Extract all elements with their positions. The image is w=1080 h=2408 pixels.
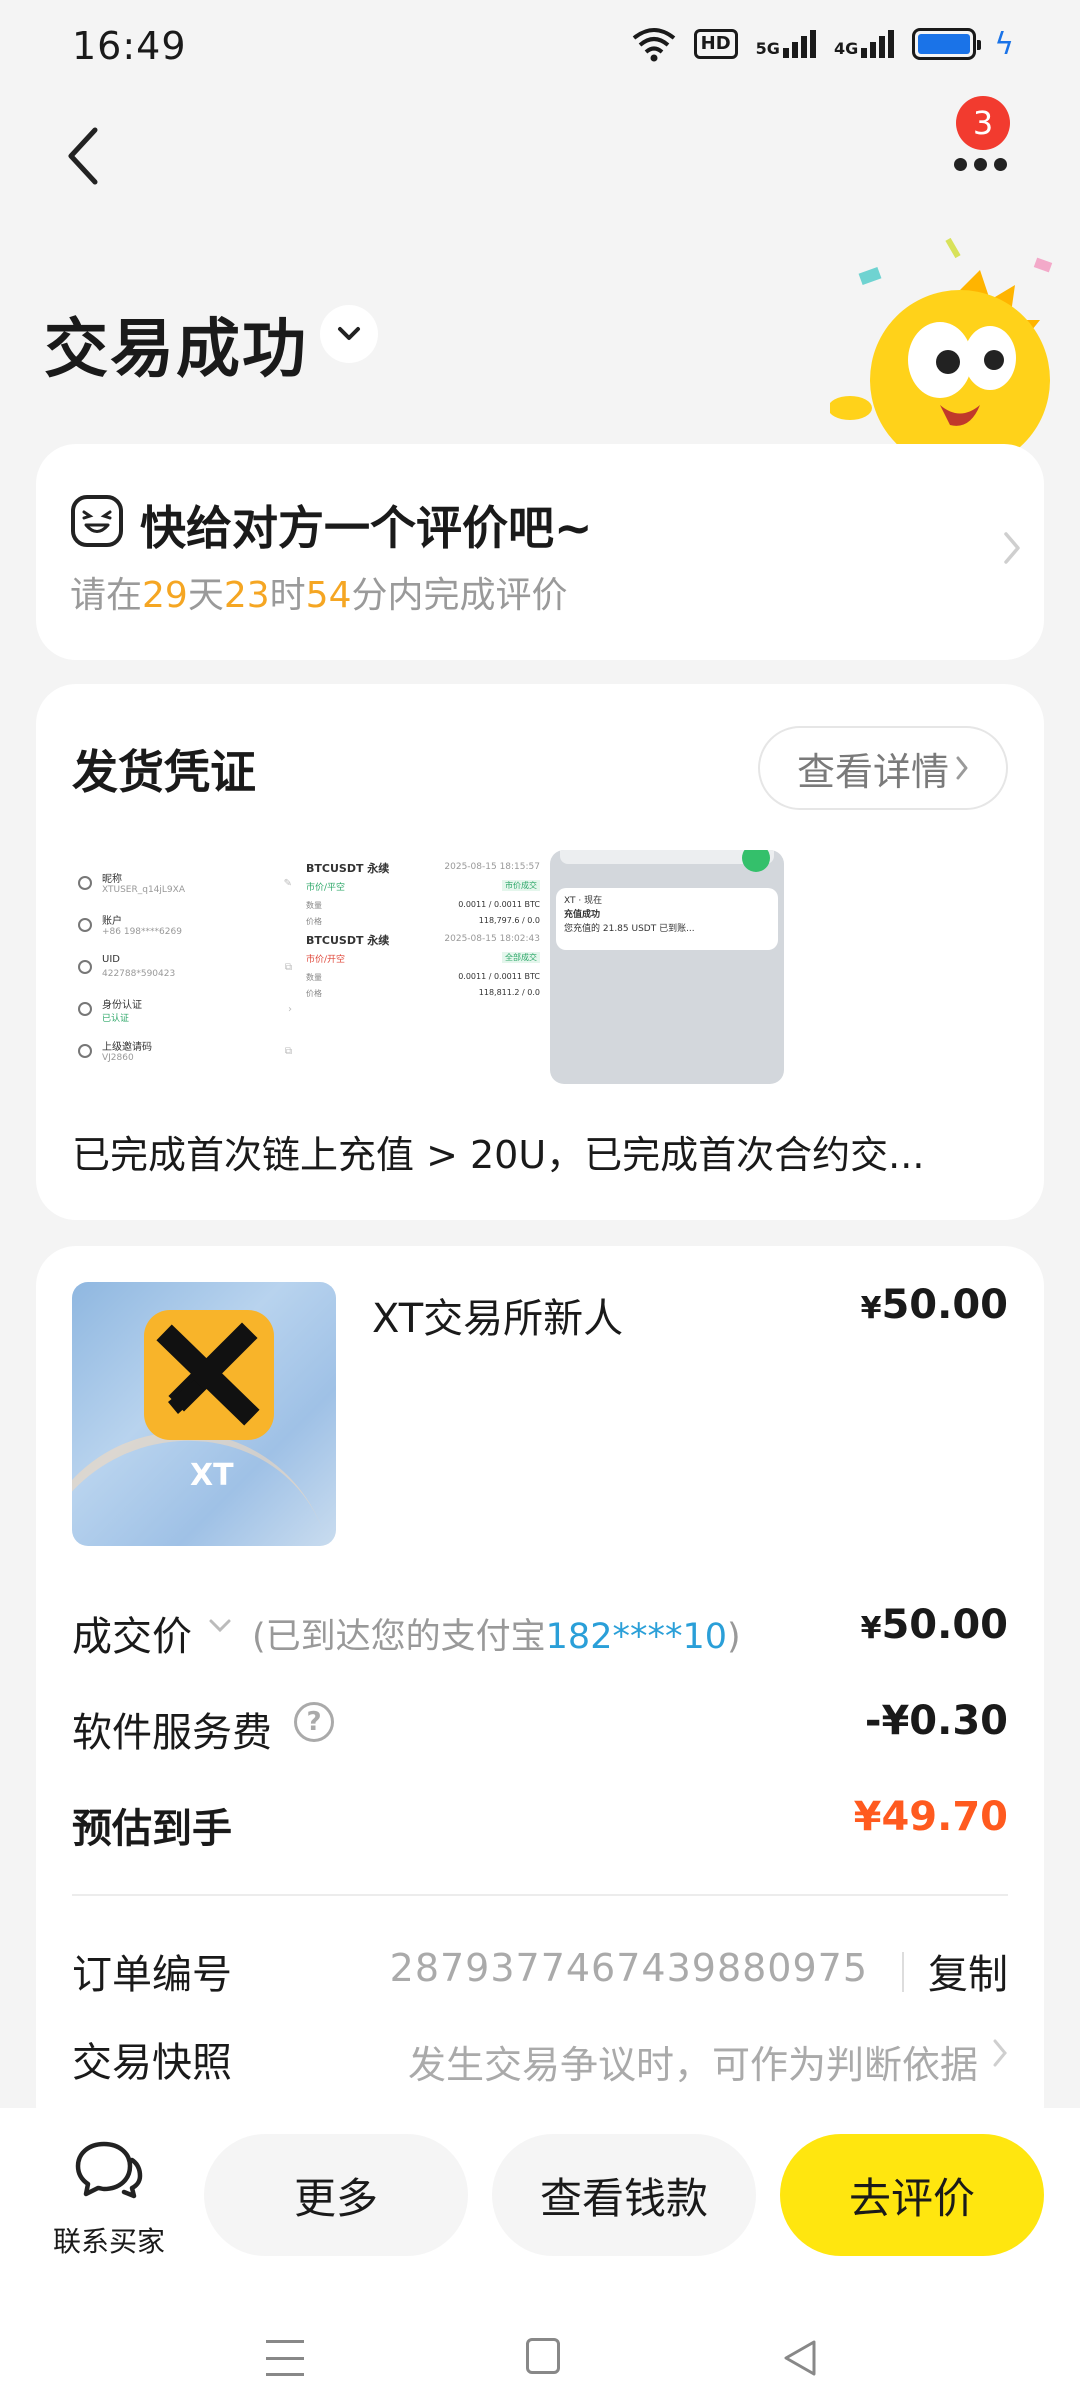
more-button[interactable]: 更多: [204, 2134, 468, 2256]
leave-review-button[interactable]: 去评价: [780, 2134, 1044, 2256]
service-fee-value: -¥0.30: [864, 1698, 1008, 1744]
mascot-illustration: [830, 237, 1053, 450]
chevron-down-icon: [338, 327, 360, 340]
deposit-notification: XT · 现在 充值成功 您充值的 21.85 USDT 已到账...: [556, 888, 778, 950]
xt-logo-icon: [144, 1310, 274, 1440]
deal-price-row[interactable]: 成交价 (已到达您的支付宝182****10) ¥50.00: [72, 1598, 1008, 1660]
smiley-face-icon: [71, 495, 123, 547]
wifi-icon: [632, 28, 675, 62]
proof-thumbnail-trades[interactable]: BTCUSDT 永续 2025-08-15 18:15:57 市价成交 市价/平…: [304, 850, 544, 1084]
proof-thumbnail-account[interactable]: 昵称 XTUSER_q14jL9XA ✎ 账户 +86 198****6269 UID…: [72, 850, 304, 1084]
back-triangle-icon[interactable]: [782, 2338, 818, 2378]
status-bar: 16:49 HD 5G 4G ϟ: [0, 0, 1080, 96]
bottom-action-bar: 联系买家 更多 查看钱款 去评价: [0, 2108, 1080, 2298]
delivery-proof-card: 发货凭证 查看详情 昵称 XTUSER_q14jL9XA ✎ 账户 +86 198**…: [36, 684, 1044, 1220]
chevron-right-icon: [1004, 532, 1020, 564]
product-name[interactable]: XT交易所新人: [372, 1286, 623, 1344]
notification-badge: 3: [956, 96, 1010, 150]
signal-5g-icon: 5G: [756, 30, 816, 58]
view-payment-button[interactable]: 查看钱款: [492, 2134, 756, 2256]
trade-record: BTCUSDT 永续 2025-08-15 18:02:43 全部成交 市价/开…: [306, 934, 540, 998]
product-logo-text: XT: [190, 1458, 234, 1493]
estimate-value: ¥49.70: [853, 1794, 1008, 1840]
account-row: 身份认证 已认证 ›: [78, 996, 298, 1030]
chevron-right-icon: [993, 2039, 1007, 2067]
proof-thumbnail-notification[interactable]: XT · 现在 充值成功 您充值的 21.85 USDT 已到账...: [550, 850, 784, 1084]
page-title: 交易成功: [44, 313, 308, 387]
account-row: 昵称 XTUSER_q14jL9XA ✎: [78, 870, 298, 904]
view-details-button[interactable]: 查看详情: [758, 726, 1008, 810]
review-title: 快给对方一个评价吧~: [140, 501, 593, 555]
signal-4g-icon: 4G: [834, 30, 895, 58]
proof-description: 已完成首次链上充值 > 20U，已完成首次合约交...: [72, 1133, 925, 1177]
clock: 16:49: [72, 24, 187, 68]
account-row: 账户 +86 198****6269: [78, 912, 298, 946]
snapshot-hint: 发生交易争议时，可作为判断依据: [407, 2043, 978, 2087]
chevron-down-icon: [209, 1619, 231, 1633]
proof-thumbnails: 昵称 XTUSER_q14jL9XA ✎ 账户 +86 198****6269 UID…: [72, 850, 784, 1084]
account-row: 上级邀请码 VJ2860 ⧉: [78, 1038, 298, 1072]
review-countdown: 请在29天23时54分内完成评价: [70, 575, 568, 616]
back-arrow-icon: [68, 127, 98, 185]
estimate-row: 预估到手 ¥49.70: [72, 1794, 1008, 1852]
home-square-icon[interactable]: [526, 2338, 560, 2374]
hd-badge: HD: [693, 29, 738, 59]
divider: [72, 1894, 1008, 1896]
service-fee-row: 软件服务费 ? -¥0.30: [72, 1698, 1008, 1756]
product-image[interactable]: XT: [72, 1282, 336, 1546]
back-button[interactable]: [52, 120, 112, 192]
chat-bubble-icon: [75, 2141, 143, 2199]
contact-buyer-button[interactable]: 联系买家: [44, 2138, 174, 2258]
charging-icon: ϟ: [994, 26, 1014, 62]
status-expand-button[interactable]: [320, 305, 378, 363]
review-prompt-card[interactable]: 快给对方一个评价吧~ 请在29天23时54分内完成评价: [36, 444, 1044, 660]
help-icon[interactable]: ?: [294, 1702, 334, 1742]
product-price: ¥50.00: [860, 1282, 1008, 1328]
deal-price-value: ¥50.00: [860, 1602, 1008, 1648]
account-row: UID 422788*590423 ⧉: [78, 954, 298, 988]
system-navigation-bar: [0, 2298, 1080, 2408]
battery-icon: [912, 28, 982, 60]
order-details-card: XT XT交易所新人 ¥50.00 成交价 (已到达您的支付宝182****10…: [36, 1246, 1044, 2146]
chevron-right-icon: [956, 756, 968, 780]
recents-menu-icon[interactable]: [266, 2340, 304, 2376]
snapshot-row[interactable]: 交易快照 发生交易争议时，可作为判断依据: [72, 2024, 1008, 2087]
proof-title: 发货凭证: [72, 745, 256, 799]
order-number: 2879377467439880975: [389, 1946, 868, 1990]
order-number-row: 订单编号 2879377467439880975 复制: [72, 1936, 1008, 1998]
deal-note: (已到达您的支付宝182****10): [252, 1617, 741, 1657]
copy-button[interactable]: 复制: [928, 1942, 1008, 2000]
status-icons: HD 5G 4G ϟ: [632, 26, 1014, 62]
